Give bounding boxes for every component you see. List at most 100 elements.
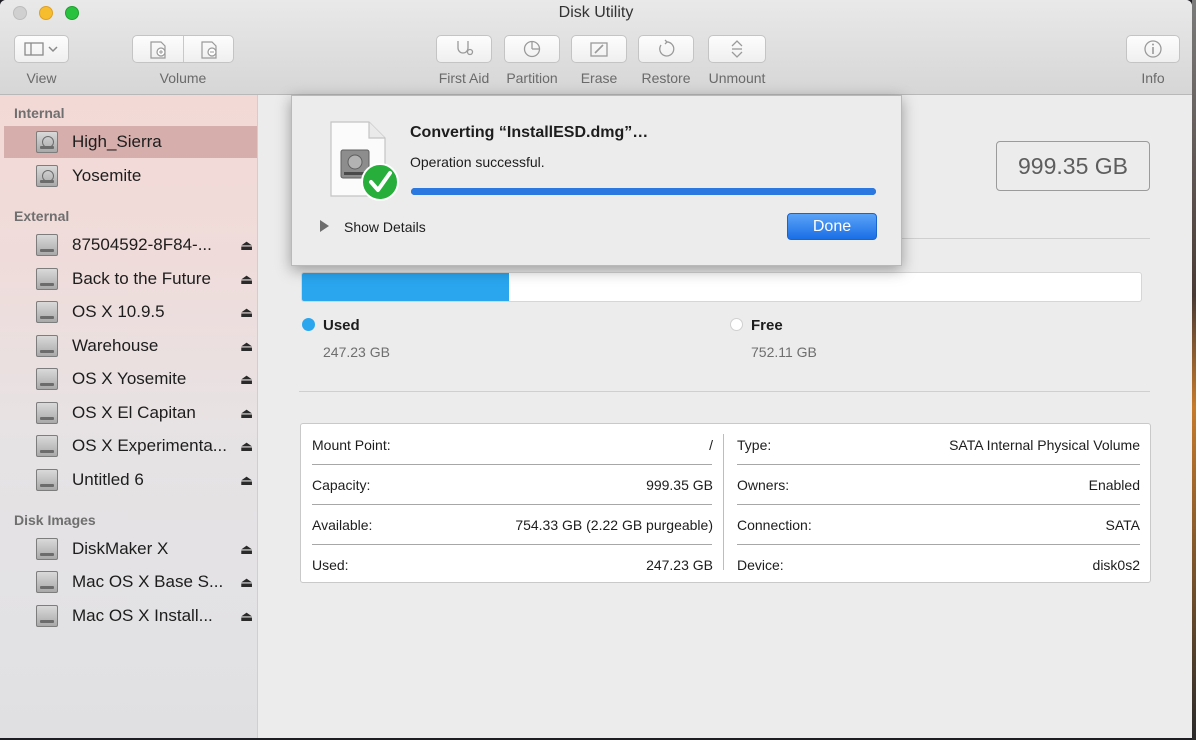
info-key: Owners: bbox=[737, 477, 790, 493]
restore-label: Restore bbox=[641, 70, 691, 86]
erase-pencil-icon bbox=[590, 42, 608, 57]
restore-button[interactable] bbox=[638, 35, 694, 63]
info-row-device: Device: disk0s2 bbox=[726, 544, 1150, 584]
sidebar-item-high-sierra[interactable]: High_Sierra bbox=[4, 126, 257, 158]
used-legend-label: Used bbox=[323, 317, 360, 334]
info-row-type: Type: SATA Internal Physical Volume bbox=[726, 424, 1150, 464]
sidebar-item-label: OS X Yosemite bbox=[72, 369, 187, 388]
free-legend-value: 752.11 GB bbox=[751, 344, 817, 360]
sidebar-item-external-3[interactable]: OS X 10.9.5 ⏏ bbox=[4, 296, 257, 328]
first-aid-label: First Aid bbox=[438, 70, 490, 86]
info-value: SATA bbox=[1105, 517, 1141, 533]
info-value: 999.35 GB bbox=[646, 477, 713, 493]
eject-icon[interactable]: ⏏ bbox=[240, 472, 253, 489]
external-disk-icon bbox=[36, 301, 58, 323]
add-volume-icon[interactable] bbox=[150, 41, 166, 59]
info-row-mount-point: Mount Point: / bbox=[301, 424, 723, 464]
view-label: View bbox=[26, 70, 57, 86]
info-key: Connection: bbox=[737, 517, 812, 533]
sidebar-item-label: OS X Experimenta... bbox=[72, 436, 227, 455]
eject-icon[interactable]: ⏏ bbox=[240, 405, 253, 422]
conversion-dialog: Converting “InstallESD.dmg”… Operation s… bbox=[291, 95, 902, 266]
info-row-used: Used: 247.23 GB bbox=[301, 544, 723, 584]
unmount-icon bbox=[731, 40, 743, 58]
sidebar-item-external-6[interactable]: OS X El Capitan ⏏ bbox=[4, 397, 257, 429]
sidebar-item-label: 87504592-8F84-... bbox=[72, 235, 212, 254]
dialog-title: Converting “InstallESD.dmg”… bbox=[410, 124, 649, 141]
view-button[interactable] bbox=[14, 35, 69, 63]
sidebar-item-image-1[interactable]: DiskMaker X ⏏ bbox=[4, 533, 257, 565]
sidebar-item-external-8[interactable]: Untitled 6 ⏏ bbox=[4, 464, 257, 496]
volume-button-group bbox=[132, 35, 234, 63]
eject-icon[interactable]: ⏏ bbox=[240, 574, 253, 591]
eject-icon[interactable]: ⏏ bbox=[240, 271, 253, 288]
external-disk-icon bbox=[36, 268, 58, 290]
external-disk-icon bbox=[36, 234, 58, 256]
info-key: Capacity: bbox=[312, 477, 371, 493]
info-value: disk0s2 bbox=[1092, 557, 1140, 573]
sidebar-item-label: Mac OS X Install... bbox=[72, 606, 213, 625]
eject-icon[interactable]: ⏏ bbox=[240, 338, 253, 355]
disk-image-icon bbox=[36, 605, 58, 627]
disclosure-triangle-icon[interactable] bbox=[320, 220, 329, 232]
sidebar-item-external-5[interactable]: OS X Yosemite ⏏ bbox=[4, 363, 257, 395]
progress-bar bbox=[411, 188, 876, 195]
external-disk-icon bbox=[36, 402, 58, 424]
info-button[interactable] bbox=[1126, 35, 1180, 63]
partition-button[interactable] bbox=[504, 35, 560, 63]
restore-arrow-icon bbox=[659, 39, 675, 57]
section-header-internal: Internal bbox=[14, 105, 65, 121]
sidebar-item-label: OS X El Capitan bbox=[72, 403, 196, 422]
eject-icon[interactable]: ⏏ bbox=[240, 541, 253, 558]
partition-label: Partition bbox=[506, 70, 558, 86]
info-table: Mount Point: / Capacity: 999.35 GB Avail… bbox=[300, 423, 1151, 583]
dialog-status: Operation successful. bbox=[410, 154, 545, 170]
sidebar-item-label: Back to the Future bbox=[72, 269, 211, 288]
volume-label: Volume bbox=[159, 70, 207, 86]
sidebar-item-label: Warehouse bbox=[72, 336, 159, 355]
external-disk-icon bbox=[36, 435, 58, 457]
eject-icon[interactable]: ⏏ bbox=[240, 438, 253, 455]
info-key: Device: bbox=[737, 557, 784, 573]
eject-icon[interactable]: ⏏ bbox=[240, 237, 253, 254]
sidebar-item-external-7[interactable]: OS X Experimenta... ⏏ bbox=[4, 430, 257, 462]
info-value: 754.33 GB (2.22 GB purgeable) bbox=[515, 517, 713, 533]
eject-icon[interactable]: ⏏ bbox=[240, 608, 253, 625]
eject-icon[interactable]: ⏏ bbox=[240, 371, 253, 388]
sidebar-item-label: Mac OS X Base S... bbox=[72, 572, 224, 591]
sidebar-item-external-4[interactable]: Warehouse ⏏ bbox=[4, 330, 257, 362]
info-row-available: Available: 754.33 GB (2.22 GB purgeable) bbox=[301, 504, 723, 544]
sidebar-item-label: DiskMaker X bbox=[72, 539, 169, 558]
done-button[interactable]: Done bbox=[787, 213, 877, 240]
show-details-toggle[interactable]: Show Details bbox=[344, 219, 426, 235]
erase-button[interactable] bbox=[571, 35, 627, 63]
info-icon bbox=[1144, 40, 1162, 58]
disk-image-icon bbox=[36, 538, 58, 560]
stethoscope-icon bbox=[457, 41, 474, 56]
free-legend-label: Free bbox=[751, 317, 783, 334]
capacity-badge: 999.35 GB bbox=[996, 141, 1150, 191]
unmount-button[interactable] bbox=[708, 35, 766, 63]
eject-icon[interactable]: ⏏ bbox=[240, 304, 253, 321]
info-value: / bbox=[709, 437, 713, 453]
sidebar-item-external-2[interactable]: Back to the Future ⏏ bbox=[4, 263, 257, 295]
section-header-disk-images: Disk Images bbox=[14, 512, 96, 528]
erase-label: Erase bbox=[580, 70, 618, 86]
info-row-capacity: Capacity: 999.35 GB bbox=[301, 464, 723, 504]
free-legend-dot bbox=[730, 318, 743, 331]
sidebar-item-external-1[interactable]: 87504592-8F84-... ⏏ bbox=[4, 229, 257, 261]
sidebar-item-label: OS X 10.9.5 bbox=[72, 302, 165, 321]
disk-image-icon bbox=[36, 571, 58, 593]
info-value: SATA Internal Physical Volume bbox=[949, 437, 1140, 453]
sidebar-item-image-2[interactable]: Mac OS X Base S... ⏏ bbox=[4, 566, 257, 598]
remove-volume-icon[interactable] bbox=[201, 41, 217, 59]
external-disk-icon bbox=[36, 469, 58, 491]
first-aid-button[interactable] bbox=[436, 35, 492, 63]
info-key: Mount Point: bbox=[312, 437, 391, 453]
sidebar-item-label: Yosemite bbox=[72, 166, 142, 185]
usage-bar-used bbox=[302, 273, 510, 301]
sidebar-item-image-3[interactable]: Mac OS X Install... ⏏ bbox=[4, 600, 257, 632]
sidebar-item-yosemite[interactable]: Yosemite bbox=[4, 160, 257, 192]
usage-bar bbox=[301, 272, 1142, 302]
sidebar: Internal High_Sierra Yosemite External 8… bbox=[0, 95, 258, 738]
